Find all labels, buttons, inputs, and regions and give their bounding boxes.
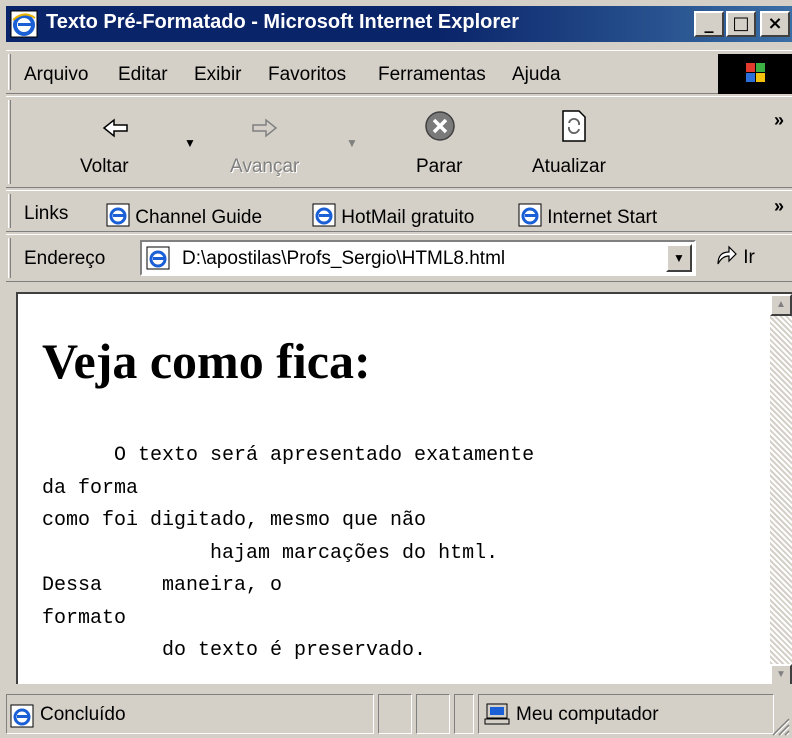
back-dropdown-icon[interactable]: ▼	[184, 136, 196, 150]
menu-ferramentas[interactable]: Ferramentas	[378, 64, 486, 86]
forward-dropdown-icon[interactable]: ▼	[346, 136, 358, 150]
go-button[interactable]: Ir	[714, 244, 755, 269]
window-title: Texto Pré-Formatado - Microsoft Internet…	[46, 11, 520, 33]
stop-label: Parar	[416, 156, 463, 177]
link-internet-start-label: Internet Start	[547, 207, 658, 228]
menu-ajuda[interactable]: Ajuda	[512, 64, 561, 86]
forward-button[interactable]: Avançar	[222, 110, 322, 186]
scroll-down-button[interactable]: ▼	[770, 664, 792, 684]
back-arrow-icon	[102, 118, 128, 138]
forward-label: Avançar	[230, 156, 300, 177]
status-panel-offline	[454, 694, 474, 734]
links-bar-grip[interactable]	[8, 194, 11, 228]
links-more-icon[interactable]: »	[774, 196, 784, 217]
menu-arquivo[interactable]: Arquivo	[24, 64, 88, 86]
link-channel-guide-label: Channel Guide	[135, 207, 263, 228]
address-dropdown-button[interactable]: ▼	[666, 244, 692, 272]
ie-page-icon	[312, 203, 336, 227]
ie-logo-icon	[10, 10, 38, 38]
refresh-icon	[562, 110, 586, 142]
minimize-button[interactable]: _	[694, 11, 724, 37]
address-input[interactable]: D:\apostilas\Profs_Sergio\HTML8.html ▼	[140, 240, 696, 276]
menu-bar-grip[interactable]	[8, 54, 11, 90]
refresh-label: Atualizar	[532, 156, 606, 177]
stop-icon	[425, 111, 455, 141]
toolbar-grip[interactable]	[8, 100, 11, 184]
page-content[interactable]: Veja como fica: O texto será apresentado…	[16, 292, 792, 684]
go-arrow-icon	[717, 245, 737, 265]
page-heading: Veja como fica:	[42, 333, 371, 389]
vertical-scrollbar[interactable]: ▲ ▼	[770, 294, 792, 684]
status-panel-lock	[416, 694, 450, 734]
computer-icon	[484, 703, 510, 725]
windows-flag-icon	[746, 63, 765, 82]
zone-text: Meu computador	[516, 704, 659, 725]
maximize-button[interactable]: □	[726, 11, 756, 37]
back-label: Voltar	[80, 156, 129, 177]
link-hotmail-label: HotMail gratuito	[341, 207, 475, 228]
address-bar-grip[interactable]	[8, 238, 11, 278]
stop-button[interactable]: Parar	[400, 106, 480, 186]
back-button[interactable]: Voltar	[70, 110, 160, 186]
browser-window: Texto Pré-Formatado - Microsoft Internet…	[0, 0, 792, 738]
address-label: Endereço	[24, 248, 106, 269]
scroll-up-button[interactable]: ▲	[770, 294, 792, 316]
ie-page-icon	[146, 246, 170, 270]
status-text: Concluído	[40, 704, 126, 725]
close-button[interactable]: ×	[760, 11, 790, 37]
link-hotmail[interactable]: HotMail gratuito	[312, 203, 474, 229]
ie-page-icon	[10, 704, 34, 728]
menu-favoritos[interactable]: Favoritos	[268, 64, 346, 86]
ie-page-icon	[518, 203, 542, 227]
go-label: Ir	[743, 247, 755, 268]
status-bar: Concluído Meu computador	[6, 690, 792, 738]
links-label: Links	[24, 203, 69, 224]
windows-logo-throbber	[718, 54, 792, 94]
forward-arrow-icon	[252, 118, 278, 138]
link-channel-guide[interactable]: Channel Guide	[106, 203, 262, 229]
resize-grip-icon[interactable]	[770, 716, 790, 736]
address-value: D:\apostilas\Profs_Sergio\HTML8.html	[182, 248, 506, 269]
link-internet-start[interactable]: Internet Start	[518, 203, 657, 229]
refresh-button[interactable]: Atualizar	[526, 106, 626, 186]
menu-editar[interactable]: Editar	[118, 64, 168, 86]
menu-exibir[interactable]: Exibir	[194, 64, 242, 86]
toolbar-more-icon[interactable]: »	[774, 110, 784, 131]
status-panel-progress	[378, 694, 412, 734]
preformatted-text: O texto será apresentado exatamente da f…	[42, 444, 535, 662]
title-bar[interactable]: Texto Pré-Formatado - Microsoft Internet…	[6, 6, 792, 42]
ie-page-icon	[106, 203, 130, 227]
